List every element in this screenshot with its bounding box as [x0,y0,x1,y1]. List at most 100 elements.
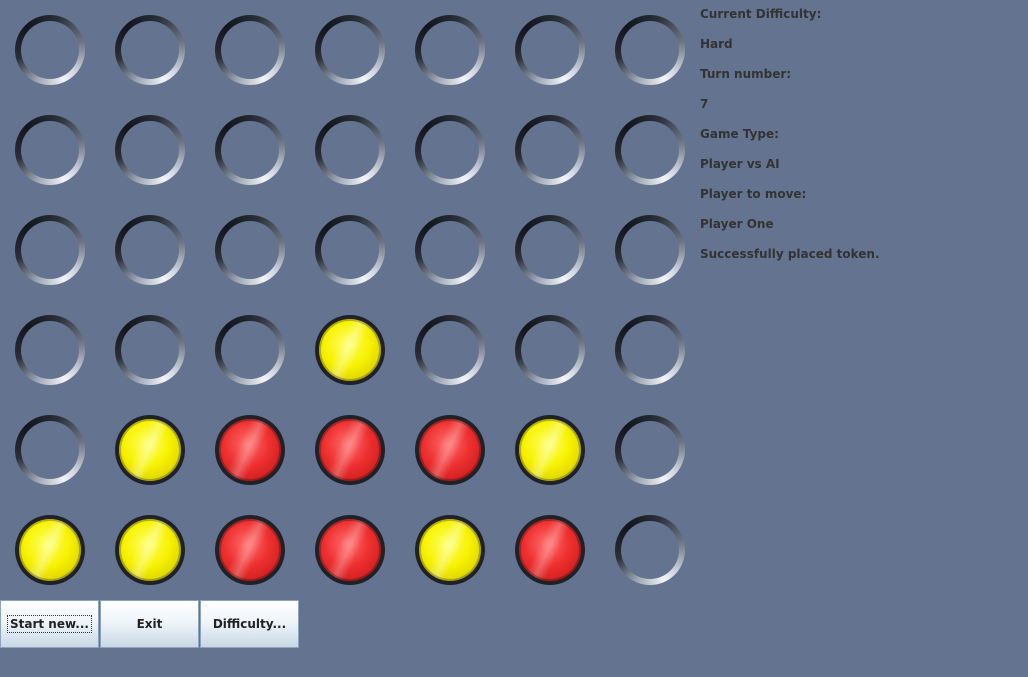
exit-button-label: Exit [136,617,163,631]
board-cell-r4-c2[interactable] [100,300,200,400]
slot-ring [515,215,585,285]
empty-slot [521,321,579,379]
board-cell-r1-c7[interactable] [600,0,700,100]
board-cell-r2-c1[interactable] [0,100,100,200]
slot-ring [315,415,385,485]
board-cell-r6-c7[interactable] [600,500,700,600]
board-cell-r2-c7[interactable] [600,100,700,200]
empty-slot [121,321,179,379]
empty-slot [621,421,679,479]
board-cell-r2-c6[interactable] [500,100,600,200]
empty-slot [621,321,679,379]
board-cell-r1-c3[interactable] [200,0,300,100]
start-new-button[interactable]: Start new... [0,600,99,648]
board-cell-r2-c2[interactable] [100,100,200,200]
empty-slot [121,221,179,279]
board-cell-r3-c1[interactable] [0,200,100,300]
slot-ring [215,15,285,85]
slot-ring [515,315,585,385]
board-cell-r3-c3[interactable] [200,200,300,300]
empty-slot [621,121,679,179]
empty-slot [321,21,379,79]
slot-ring [615,315,685,385]
slot-ring [615,115,685,185]
player-to-move-label: Player to move: [700,187,807,201]
board-cell-r2-c4[interactable] [300,100,400,200]
slot-ring [415,515,485,585]
slot-ring [15,115,85,185]
empty-slot [321,121,379,179]
difficulty-label: Current Difficulty: [700,7,822,21]
empty-slot [421,321,479,379]
game-type-value: Player vs AI [700,157,780,171]
slot-ring [15,15,85,85]
exit-button[interactable]: Exit [100,600,199,648]
board-cell-r5-c5[interactable] [400,400,500,500]
slot-ring [215,415,285,485]
empty-slot [21,221,79,279]
board-cell-r3-c4[interactable] [300,200,400,300]
slot-ring [415,315,485,385]
board-cell-r5-c2[interactable] [100,400,200,500]
slot-ring [315,215,385,285]
yellow-token [119,519,181,581]
board-cell-r4-c5[interactable] [400,300,500,400]
slot-ring [115,415,185,485]
game-board[interactable] [0,0,700,600]
board-cell-r1-c4[interactable] [300,0,400,100]
board-cell-r5-c7[interactable] [600,400,700,500]
red-token [219,419,281,481]
turn-value: 7 [700,97,709,111]
board-cell-r4-c4[interactable] [300,300,400,400]
slot-ring [415,215,485,285]
empty-slot [521,121,579,179]
board-cell-r5-c3[interactable] [200,400,300,500]
empty-slot [521,221,579,279]
slot-ring [415,415,485,485]
board-cell-r5-c6[interactable] [500,400,600,500]
slot-ring [615,415,685,485]
empty-slot [221,321,279,379]
board-cell-r5-c1[interactable] [0,400,100,500]
board-cell-r2-c3[interactable] [200,100,300,200]
board-cell-r4-c7[interactable] [600,300,700,400]
board-cell-r3-c6[interactable] [500,200,600,300]
slot-ring [315,115,385,185]
board-cell-r6-c5[interactable] [400,500,500,600]
slot-ring [215,115,285,185]
board-cell-r2-c5[interactable] [400,100,500,200]
red-token [219,519,281,581]
game-type-label: Game Type: [700,127,779,141]
board-cell-r5-c4[interactable] [300,400,400,500]
board-cell-r4-c3[interactable] [200,300,300,400]
board-cell-r1-c2[interactable] [100,0,200,100]
board-cell-r4-c6[interactable] [500,300,600,400]
board-cell-r6-c2[interactable] [100,500,200,600]
difficulty-button[interactable]: Difficulty... [200,600,299,648]
slot-ring [115,515,185,585]
empty-slot [21,421,79,479]
board-cell-r3-c2[interactable] [100,200,200,300]
board-cell-r6-c4[interactable] [300,500,400,600]
button-bar: Start new... Exit Difficulty... [0,600,300,648]
board-cell-r1-c1[interactable] [0,0,100,100]
board-cell-r6-c3[interactable] [200,500,300,600]
slot-ring [615,15,685,85]
status-message: Successfully placed token. [700,247,880,261]
slot-ring [515,115,585,185]
slot-ring [115,315,185,385]
board-cell-r1-c6[interactable] [500,0,600,100]
board-cell-r4-c1[interactable] [0,300,100,400]
yellow-token [319,319,381,381]
slot-ring [115,115,185,185]
board-cell-r3-c5[interactable] [400,200,500,300]
board-cell-r6-c1[interactable] [0,500,100,600]
board-cell-r6-c6[interactable] [500,500,600,600]
board-cell-r3-c7[interactable] [600,200,700,300]
board-cell-r1-c5[interactable] [400,0,500,100]
difficulty-value: Hard [700,37,733,51]
slot-ring [315,15,385,85]
empty-slot [21,21,79,79]
slot-ring [415,115,485,185]
empty-slot [521,21,579,79]
